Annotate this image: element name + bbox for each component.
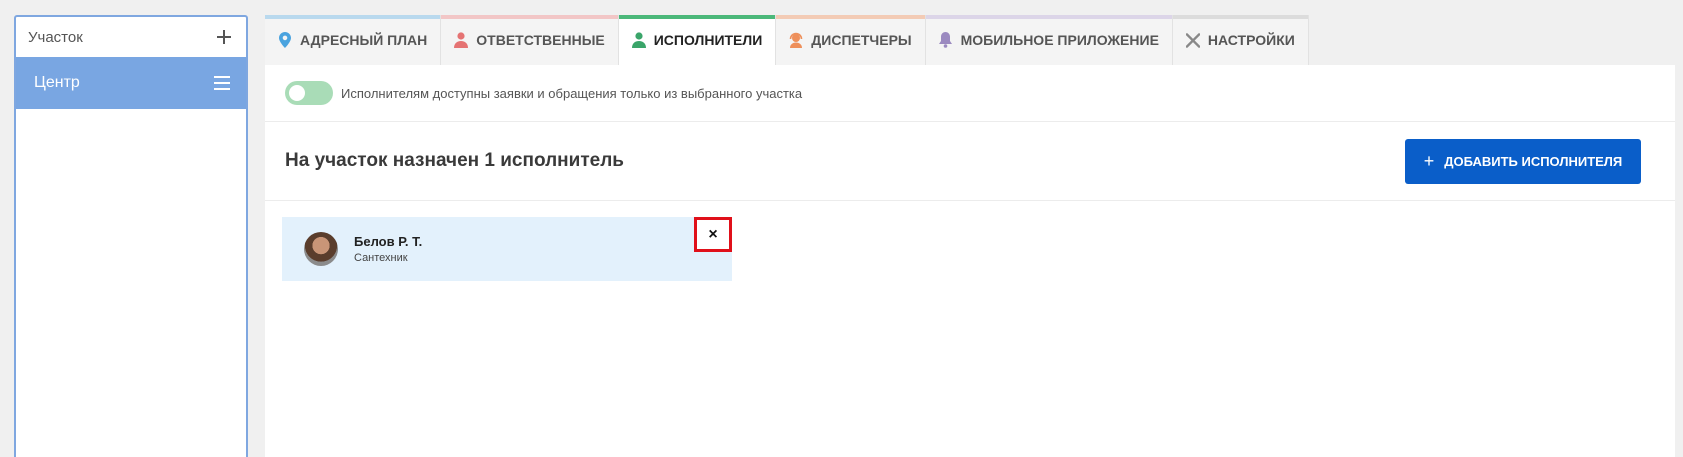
bell-icon xyxy=(939,32,953,48)
executors-panel: Исполнителям доступны заявки и обращения… xyxy=(265,65,1675,457)
close-icon: × xyxy=(708,225,718,243)
add-executor-label: ДОБАВИТЬ ИСПОЛНИТЕЛЯ xyxy=(1444,153,1623,169)
sidebar-header-label: Участок xyxy=(28,28,83,46)
tab-label: НАСТРОЙКИ xyxy=(1207,32,1295,48)
sidebar-item-center[interactable]: Центр xyxy=(16,57,246,109)
tab-label: ОТВЕТСТВЕННЫЕ xyxy=(476,32,605,48)
tab-executors[interactable]: ИСПОЛНИТЕЛИ xyxy=(618,15,777,65)
remove-executor-button[interactable]: × xyxy=(694,217,732,252)
main-area: АДРЕСНЫЙ ПЛАН ОТВЕТСТВЕННЫЕ ИСПОЛНИТЕЛИ … xyxy=(265,15,1675,457)
district-sidebar: Участок Центр xyxy=(14,15,248,457)
sidebar-header: Участок xyxy=(16,17,246,57)
executor-info: Белов Р. Т. Сантехник xyxy=(354,234,422,264)
sidebar-item-label: Центр xyxy=(34,74,80,91)
tab-dispatchers[interactable]: ДИСПЕТЧЕРЫ xyxy=(776,15,926,65)
toggle-label: Исполнителям доступны заявки и обращения… xyxy=(341,85,803,101)
executor-name: Белов Р. Т. xyxy=(354,234,423,249)
tab-responsible[interactable]: ОТВЕТСТВЕННЫЕ xyxy=(441,15,619,65)
assigned-title: На участок назначен 1 исполнитель xyxy=(285,150,624,171)
user-icon xyxy=(631,32,646,48)
map-pin-icon xyxy=(278,32,292,48)
assigned-header: На участок назначен 1 исполнитель + ДОБА… xyxy=(265,122,1675,201)
tab-settings[interactable]: НАСТРОЙКИ xyxy=(1172,15,1309,65)
tab-label: МОБИЛЬНОЕ ПРИЛОЖЕНИЕ xyxy=(960,32,1159,48)
tab-bar: АДРЕСНЫЙ ПЛАН ОТВЕТСТВЕННЫЕ ИСПОЛНИТЕЛИ … xyxy=(265,15,1675,65)
toggle-row: Исполнителям доступны заявки и обращения… xyxy=(265,65,1675,122)
tab-mobile-app[interactable]: МОБИЛЬНОЕ ПРИЛОЖЕНИЕ xyxy=(925,15,1173,65)
district-only-toggle[interactable] xyxy=(285,81,333,105)
add-executor-button[interactable]: + ДОБАВИТЬ ИСПОЛНИТЕЛЯ xyxy=(1405,138,1641,184)
plus-icon: + xyxy=(1423,150,1435,171)
executor-role: Сантехник xyxy=(354,252,408,264)
tab-address-plan[interactable]: АДРЕСНЫЙ ПЛАН xyxy=(265,15,442,65)
menu-icon[interactable] xyxy=(214,76,230,90)
add-district-icon[interactable] xyxy=(216,29,232,45)
headset-icon xyxy=(789,32,803,48)
tab-label: ДИСПЕТЧЕРЫ xyxy=(811,32,912,48)
tools-icon xyxy=(1185,32,1200,48)
tab-label: АДРЕСНЫЙ ПЛАН xyxy=(300,32,428,48)
executor-card: Белов Р. Т. Сантехник × xyxy=(282,217,732,281)
tab-label: ИСПОЛНИТЕЛИ xyxy=(653,32,763,48)
avatar xyxy=(304,232,338,266)
user-icon xyxy=(454,32,469,48)
